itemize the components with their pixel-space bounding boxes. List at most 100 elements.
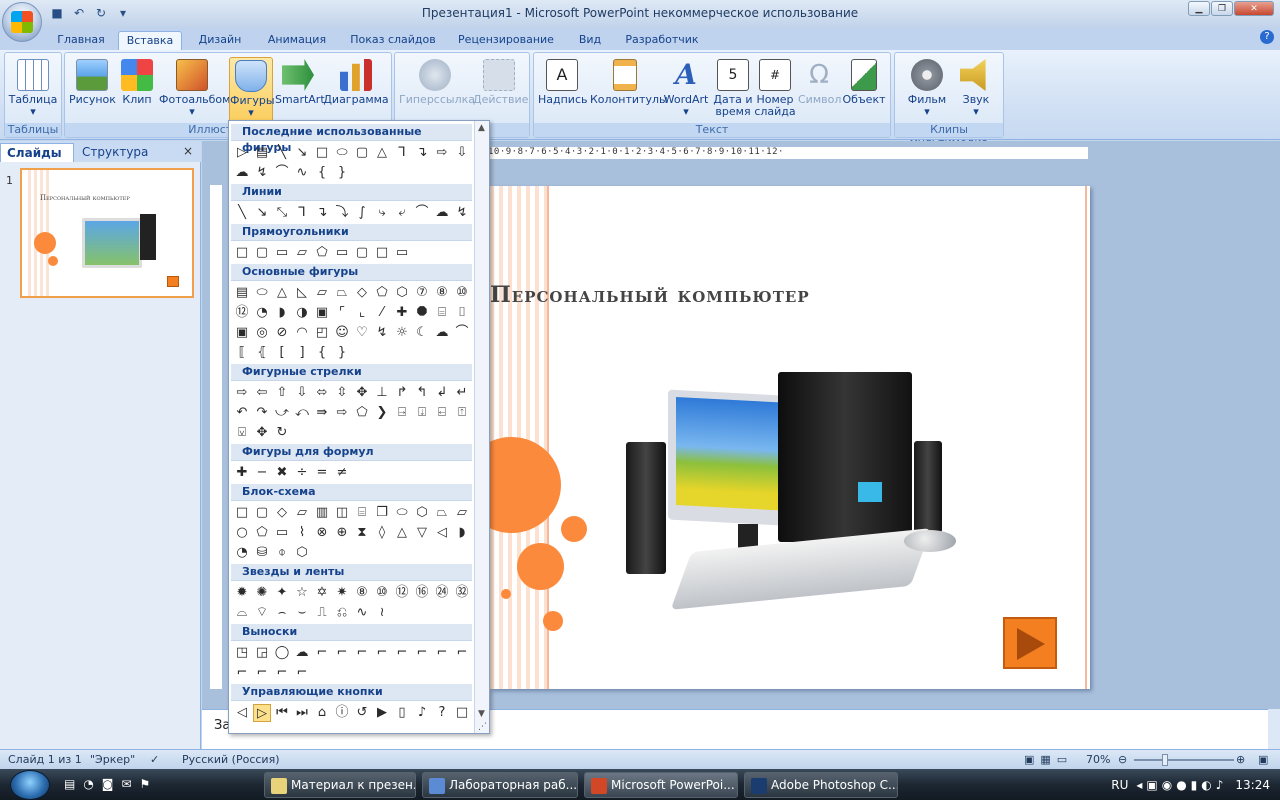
shape-icon[interactable]: ⇛ — [313, 404, 331, 422]
view-buttons[interactable]: ▣▦▭ — [1024, 753, 1073, 766]
shape-icon[interactable]: ⇩ — [293, 384, 311, 402]
shape-icon[interactable]: ▽ — [413, 524, 431, 542]
shape-icon[interactable]: ☁ — [233, 164, 251, 182]
shape-icon[interactable]: ↻ — [273, 424, 291, 442]
smartart-button[interactable]: SmartArt — [275, 57, 325, 121]
shape-icon[interactable]: ✚ — [393, 304, 411, 322]
tab-animation[interactable]: Анимация — [258, 31, 336, 50]
shape-icon[interactable]: ⬡ — [393, 284, 411, 302]
shape-icon[interactable]: ⍈ — [393, 404, 411, 422]
shape-icon[interactable]: ⌢ — [273, 604, 291, 622]
shape-icon[interactable]: ↘ — [253, 204, 271, 222]
shape-icon[interactable]: ⬭ — [393, 504, 411, 522]
shape-icon[interactable]: ⤺ — [293, 404, 311, 422]
shape-icon[interactable]: ⤶ — [393, 204, 411, 222]
start-button[interactable] — [10, 770, 50, 800]
close-panel-icon[interactable]: × — [183, 144, 193, 158]
shape-icon[interactable]: ⁄ — [373, 304, 391, 322]
table-button[interactable]: Таблица ▾ — [7, 57, 59, 121]
shape-icon[interactable]: ⏢ — [433, 504, 451, 522]
shape-icon[interactable]: ▢ — [353, 144, 371, 162]
taskbar-item[interactable]: Лабораторная раб... — [422, 772, 578, 798]
shape-icon[interactable]: ↵ — [453, 384, 471, 402]
shape-icon[interactable]: ▭ — [273, 524, 291, 542]
date-time-button[interactable]: 5 Дата и время — [712, 57, 754, 121]
shape-icon[interactable]: ✥ — [353, 384, 371, 402]
shape-icon[interactable]: ⑧ — [433, 284, 451, 302]
shape-icon[interactable]: ╲ — [273, 144, 291, 162]
language-indicator[interactable]: RU — [1111, 778, 1128, 792]
shapes-button[interactable]: Фигуры ▾ — [229, 57, 275, 123]
shape-icon[interactable]: ⇨ — [333, 404, 351, 422]
shape-icon[interactable]: ⑫ — [233, 304, 251, 322]
shape-icon[interactable]: ↯ — [253, 164, 271, 182]
shape-icon[interactable]: △ — [373, 144, 391, 162]
zoom-in-icon[interactable]: ⊕ — [1236, 753, 1245, 766]
shape-icon[interactable]: ⬄ — [313, 384, 331, 402]
maximize-button[interactable]: ❐ — [1211, 1, 1233, 16]
shape-icon[interactable]: □ — [453, 704, 471, 722]
tab-slides[interactable]: Слайды — [0, 143, 74, 162]
shape-icon[interactable]: ☁ — [433, 204, 451, 222]
shape-icon[interactable]: ⌒ — [453, 324, 471, 342]
shape-icon[interactable]: ⍐ — [453, 404, 471, 422]
shape-icon[interactable]: ☆ — [293, 584, 311, 602]
shape-icon[interactable]: ↴ — [313, 204, 331, 222]
shape-icon[interactable]: ▷ — [233, 144, 251, 162]
shape-icon[interactable]: ⌐ — [293, 664, 311, 682]
shape-icon[interactable]: ≠ — [333, 464, 351, 482]
shape-icon[interactable]: ◑ — [293, 304, 311, 322]
resize-grip-icon[interactable]: ⋰ — [478, 722, 487, 732]
textbox-button[interactable]: A Надпись — [538, 57, 588, 121]
shape-icon[interactable]: ▭ — [333, 244, 351, 262]
tab-slideshow[interactable]: Показ слайдов — [344, 31, 442, 50]
taskbar-item[interactable]: Microsoft PowerPoi... — [584, 772, 738, 798]
shape-icon[interactable]: ❯ — [373, 404, 391, 422]
shape-icon[interactable]: ▢ — [353, 244, 371, 262]
shape-icon[interactable]: ◳ — [233, 644, 251, 662]
shape-icon[interactable]: ✺ — [253, 584, 271, 602]
taskbar-item[interactable]: Материал к презен... — [264, 772, 416, 798]
shape-icon[interactable]: { — [313, 344, 331, 362]
shape-icon[interactable]: ↴ — [413, 144, 431, 162]
shape-icon[interactable]: ◠ — [293, 324, 311, 342]
shape-icon[interactable]: ⌇ — [293, 524, 311, 542]
shape-icon[interactable]: ⑯ — [413, 584, 431, 602]
shape-icon[interactable]: ⌸ — [433, 304, 451, 322]
shape-icon[interactable]: ⑩ — [453, 284, 471, 302]
shape-icon[interactable]: ⌂ — [313, 704, 331, 722]
shape-icon[interactable]: { — [313, 164, 331, 182]
shape-icon[interactable]: ╲ — [233, 204, 251, 222]
shape-icon[interactable]: ↲ — [433, 384, 451, 402]
tab-review[interactable]: Рецензирование — [450, 31, 562, 50]
shape-icon[interactable]: ▥ — [313, 504, 331, 522]
shape-icon[interactable]: ㉜ — [453, 584, 471, 602]
shape-icon[interactable]: ⌜ — [333, 304, 351, 322]
shape-icon[interactable]: □ — [373, 244, 391, 262]
shape-icon[interactable]: ▢ — [253, 504, 271, 522]
zoom-slider-thumb[interactable] — [1162, 754, 1168, 766]
shape-icon[interactable]: ⯃ — [413, 304, 431, 322]
shape-icon[interactable]: □ — [233, 504, 251, 522]
shape-icon[interactable]: ⦃ — [253, 344, 271, 362]
shape-icon[interactable]: ✡ — [313, 584, 331, 602]
shape-icon[interactable]: ∫ — [353, 204, 371, 222]
shape-icon[interactable]: ⇳ — [333, 384, 351, 402]
shape-icon[interactable]: ∿ — [353, 604, 371, 622]
shape-icon[interactable]: ♪ — [413, 704, 431, 722]
shape-icon[interactable]: ⬠ — [373, 284, 391, 302]
shape-icon[interactable]: ▷ — [253, 704, 271, 722]
shape-icon[interactable]: ⇨ — [433, 144, 451, 162]
clock[interactable]: 13:24 — [1235, 778, 1270, 792]
shape-icon[interactable]: ◁ — [233, 704, 251, 722]
shape-icon[interactable]: ⌓ — [233, 604, 251, 622]
shape-icon[interactable]: ⤵ — [333, 204, 351, 222]
shape-icon[interactable]: □ — [233, 244, 251, 262]
shape-icon[interactable]: ↷ — [253, 404, 271, 422]
scroll-up-icon[interactable]: ▲ — [478, 123, 485, 133]
shape-icon[interactable]: ] — [293, 344, 311, 362]
shape-icon[interactable]: ✥ — [253, 424, 271, 442]
close-button[interactable]: ✕ — [1234, 1, 1274, 16]
shape-icon[interactable]: ⌒ — [273, 164, 291, 182]
minimize-button[interactable]: ▁ — [1188, 1, 1210, 16]
